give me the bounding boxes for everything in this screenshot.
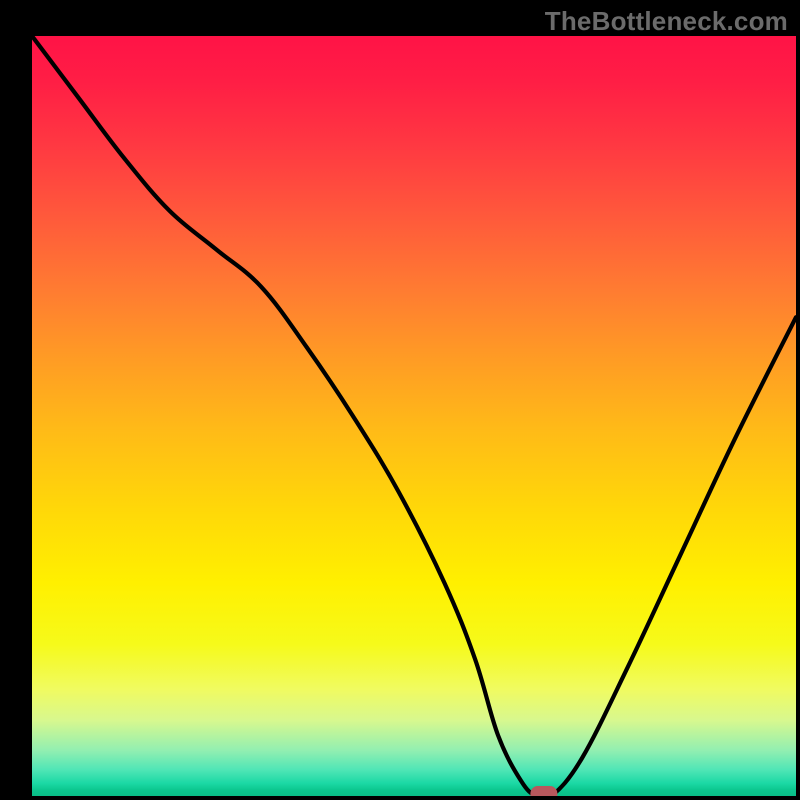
minimum-marker bbox=[531, 787, 557, 797]
watermark-text: TheBottleneck.com bbox=[545, 6, 788, 37]
chart-frame: TheBottleneck.com bbox=[0, 0, 800, 800]
bottleneck-curve bbox=[32, 36, 796, 796]
curve-layer bbox=[32, 36, 796, 796]
plot-area bbox=[32, 36, 796, 796]
